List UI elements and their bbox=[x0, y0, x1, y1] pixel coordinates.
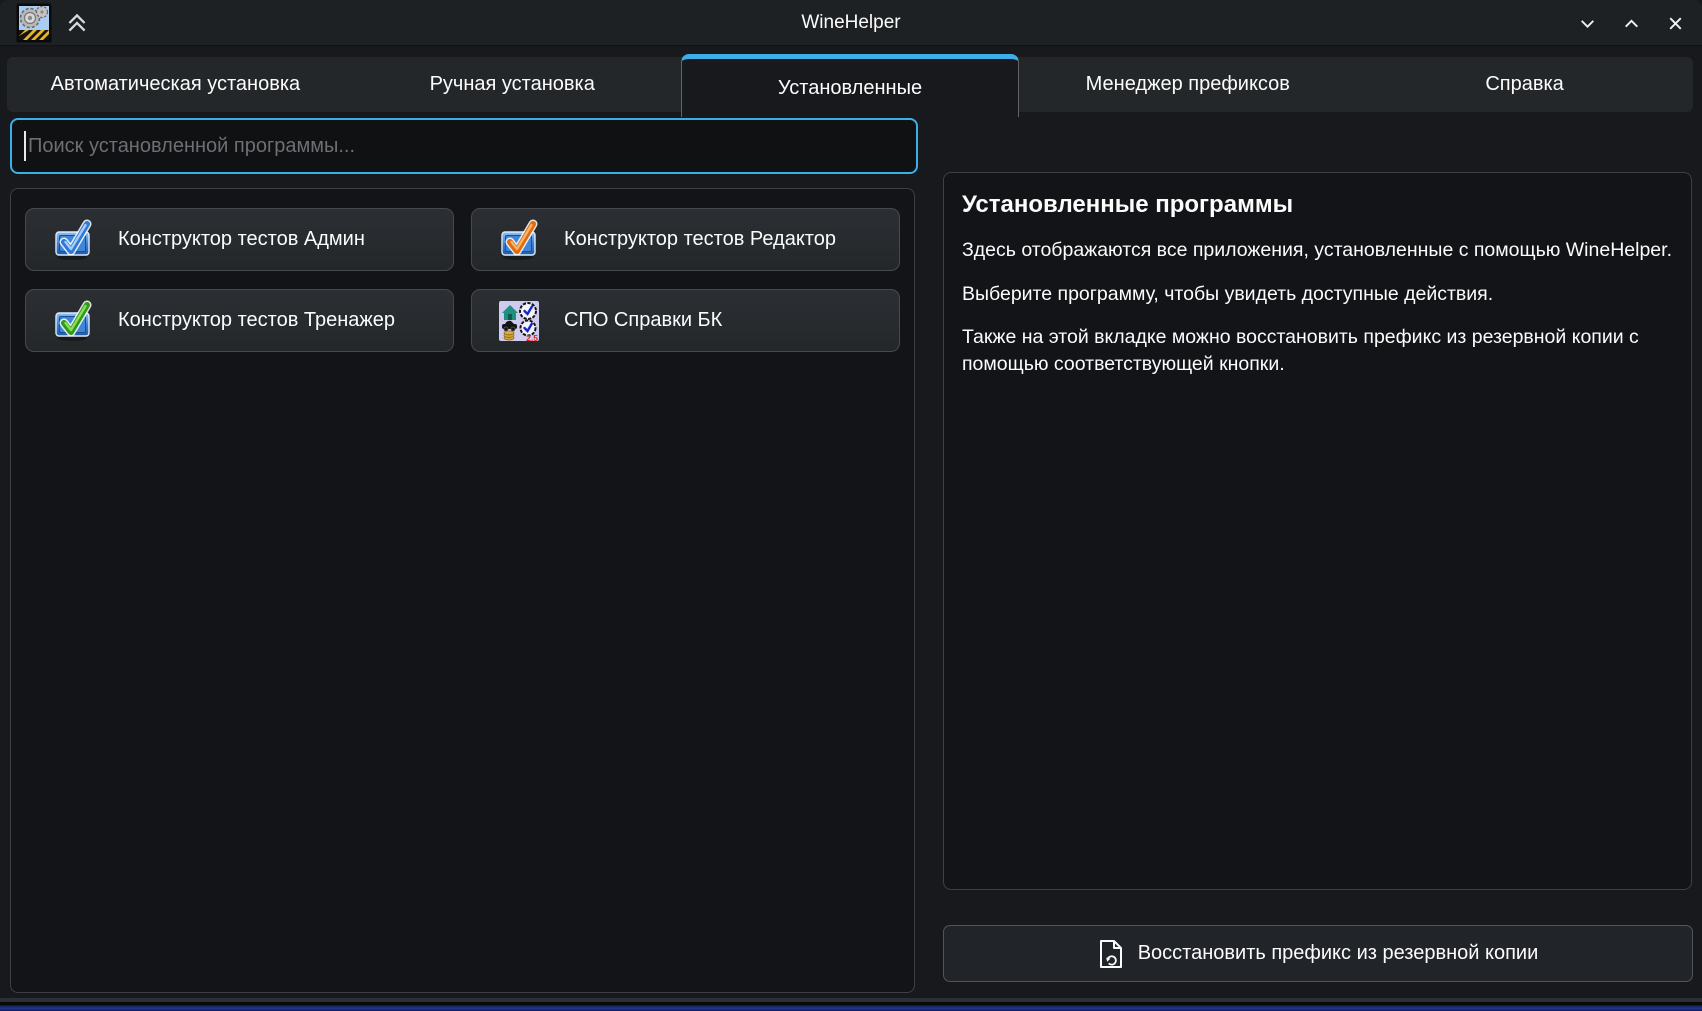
installed-programs-panel: Конструктор тестов Админ Конструктор тес… bbox=[10, 188, 915, 993]
program-button-konstruktor-trenazher[interactable]: Конструктор тестов Тренажер bbox=[25, 289, 454, 352]
restore-button-label: Восстановить префикс из резервной копии bbox=[1138, 942, 1539, 965]
program-label: Конструктор тестов Редактор bbox=[564, 228, 836, 251]
tab-bar: Автоматическая установка Ручная установк… bbox=[7, 57, 1693, 112]
tab-label: Менеджер префиксов bbox=[1086, 73, 1290, 96]
checkbox-blue-check-icon bbox=[52, 219, 94, 261]
info-panel: Установленные программы Здесь отображают… bbox=[943, 172, 1692, 890]
checkbox-orange-check-icon bbox=[498, 219, 540, 261]
search-input[interactable] bbox=[10, 118, 918, 174]
window-title: WineHelper bbox=[0, 12, 1702, 34]
close-button[interactable] bbox=[1658, 6, 1692, 40]
tab-label: Справка bbox=[1485, 73, 1563, 96]
restore-document-icon bbox=[1098, 939, 1124, 969]
tab-label: Установленные bbox=[778, 77, 922, 100]
titlebar: WineHelper bbox=[0, 0, 1702, 46]
tab-manual-install[interactable]: Ручная установка bbox=[344, 57, 681, 112]
text-cursor bbox=[24, 131, 26, 161]
tab-label: Ручная установка bbox=[430, 73, 595, 96]
program-button-konstruktor-admin[interactable]: Конструктор тестов Админ bbox=[25, 208, 454, 271]
close-icon bbox=[1666, 14, 1685, 33]
search-field-wrap bbox=[10, 118, 918, 174]
program-button-konstruktor-redaktor[interactable]: Конструктор тестов Редактор bbox=[471, 208, 900, 271]
icon-version-badge: 2.5 bbox=[526, 333, 538, 342]
maximize-button[interactable] bbox=[1614, 6, 1648, 40]
shade-window-button[interactable] bbox=[62, 8, 92, 38]
info-panel-title: Установленные программы bbox=[962, 191, 1673, 219]
tab-help[interactable]: Справка bbox=[1356, 57, 1693, 112]
spo-spravki-bk-icon: 2.5 bbox=[498, 300, 540, 342]
minimize-button[interactable] bbox=[1570, 6, 1604, 40]
tab-label: Автоматическая установка bbox=[51, 73, 301, 96]
tab-installed[interactable]: Установленные bbox=[681, 54, 1020, 117]
restore-prefix-button[interactable]: Восстановить префикс из резервной копии bbox=[943, 925, 1693, 982]
double-chevron-up-icon bbox=[64, 10, 90, 36]
winehelper-app-icon[interactable] bbox=[16, 3, 52, 43]
chevron-down-icon bbox=[1578, 14, 1597, 33]
desktop-wallpaper-strip bbox=[0, 1005, 1702, 1011]
info-paragraph: Выберите программу, чтобы увидеть доступ… bbox=[962, 281, 1673, 308]
tab-prefix-manager[interactable]: Менеджер префиксов bbox=[1019, 57, 1356, 112]
chevron-up-icon bbox=[1622, 14, 1641, 33]
program-label: Конструктор тестов Тренажер bbox=[118, 309, 395, 332]
program-label: Конструктор тестов Админ bbox=[118, 228, 365, 251]
info-paragraph: Также на этой вкладке можно восстановить… bbox=[962, 324, 1673, 377]
tab-auto-install[interactable]: Автоматическая установка bbox=[7, 57, 344, 112]
checkbox-green-check-icon bbox=[52, 300, 94, 342]
info-paragraph: Здесь отображаются все приложения, устан… bbox=[962, 237, 1673, 264]
program-label: СПО Справки БК bbox=[564, 309, 722, 332]
program-button-spo-spravki-bk[interactable]: 2.5 СПО Справки БК bbox=[471, 289, 900, 352]
